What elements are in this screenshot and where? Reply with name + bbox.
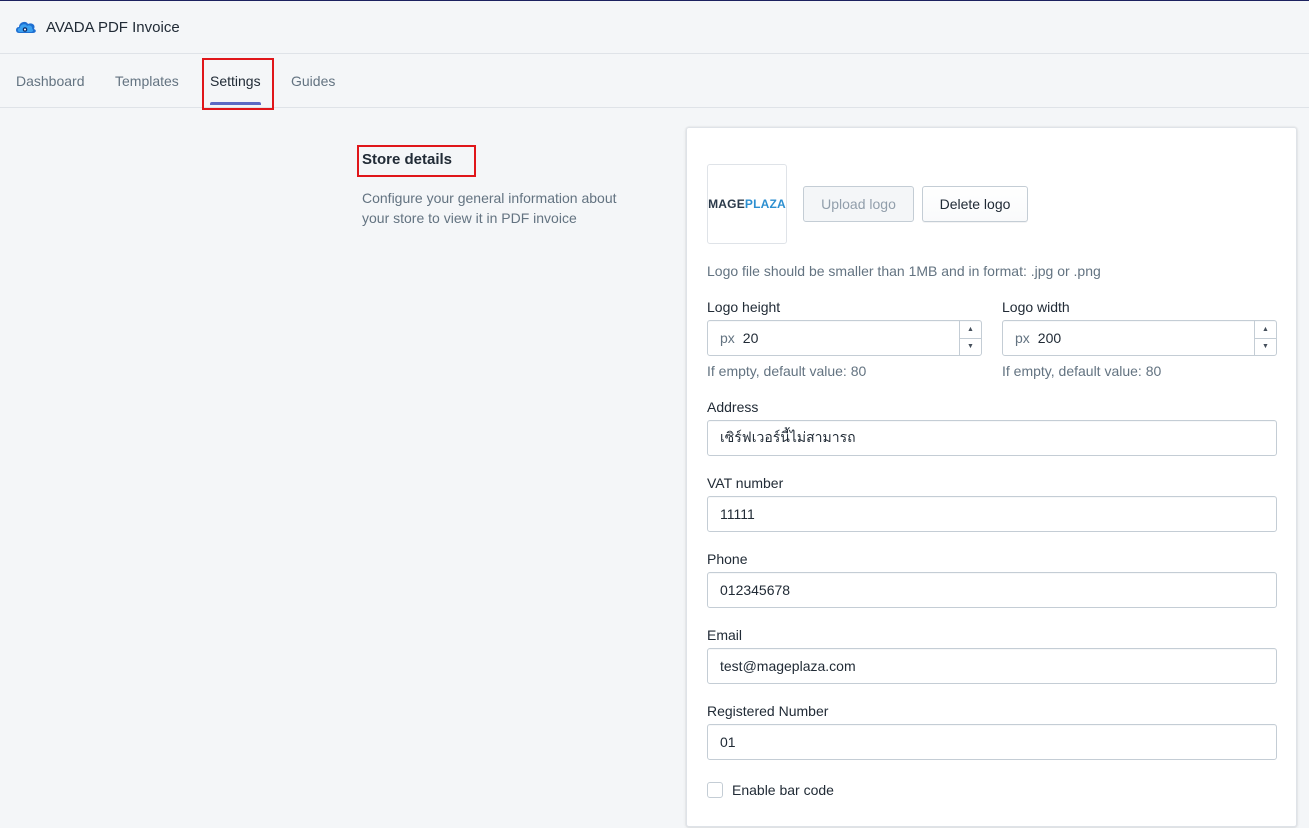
tab-dashboard[interactable]: Dashboard	[16, 55, 85, 107]
logo-width-label: Logo width	[1002, 299, 1070, 315]
enable-barcode-label: Enable bar code	[732, 782, 834, 798]
app-title: AVADA PDF Invoice	[46, 18, 180, 36]
chevron-down-icon[interactable]: ▼	[1255, 337, 1276, 356]
logo-help-text: Logo file should be smaller than 1MB and…	[707, 263, 1101, 279]
mageplaza-logo: MAGEPLAZA	[708, 197, 786, 211]
tab-settings[interactable]: Settings	[210, 55, 261, 107]
section-title: Store details	[362, 151, 453, 168]
logo-width-help: If empty, default value: 80	[1002, 363, 1162, 379]
vat-field[interactable]: 11111	[707, 496, 1277, 532]
logo-width-stepper[interactable]: ▲ ▼	[1254, 321, 1276, 355]
logo-height-help: If empty, default value: 80	[707, 363, 867, 379]
address-field[interactable]: เซิร์ฟเวอร์นี้ไม่สามารถ	[707, 420, 1277, 456]
vat-label: VAT number	[707, 475, 784, 491]
app-header: AVADA PDF Invoice	[0, 1, 1309, 54]
logo-height-stepper[interactable]: ▲ ▼	[959, 321, 981, 355]
email-field[interactable]: test@mageplaza.com	[707, 648, 1277, 684]
logo-height-label: Logo height	[707, 299, 781, 315]
registered-number-label: Registered Number	[707, 703, 829, 719]
store-details-card: MAGEPLAZA Upload logo Delete logo Logo f…	[686, 127, 1297, 827]
chevron-up-icon[interactable]: ▲	[960, 321, 981, 338]
avada-cloud-icon	[14, 17, 38, 37]
chevron-up-icon[interactable]: ▲	[1255, 321, 1276, 338]
logo-height-input[interactable]: px 20 ▲ ▼	[707, 320, 982, 356]
enable-barcode-option[interactable]: Enable bar code	[707, 782, 834, 798]
phone-label: Phone	[707, 551, 748, 567]
upload-logo-button[interactable]: Upload logo	[803, 186, 914, 222]
logo-width-input[interactable]: px 200 ▲ ▼	[1002, 320, 1277, 356]
chevron-down-icon[interactable]: ▼	[960, 337, 981, 356]
logo-preview: MAGEPLAZA	[707, 164, 787, 244]
registered-number-field[interactable]: 01	[707, 724, 1277, 760]
phone-field[interactable]: 012345678	[707, 572, 1277, 608]
nav-tabs: Dashboard Templates Settings Guides	[0, 55, 1309, 108]
enable-barcode-checkbox[interactable]	[707, 782, 723, 798]
tab-guides[interactable]: Guides	[291, 55, 335, 107]
email-label: Email	[707, 627, 743, 643]
tab-templates[interactable]: Templates	[115, 55, 179, 107]
section-description: Configure your general information about…	[362, 190, 617, 226]
address-label: Address	[707, 399, 759, 415]
delete-logo-button[interactable]: Delete logo	[922, 186, 1028, 222]
